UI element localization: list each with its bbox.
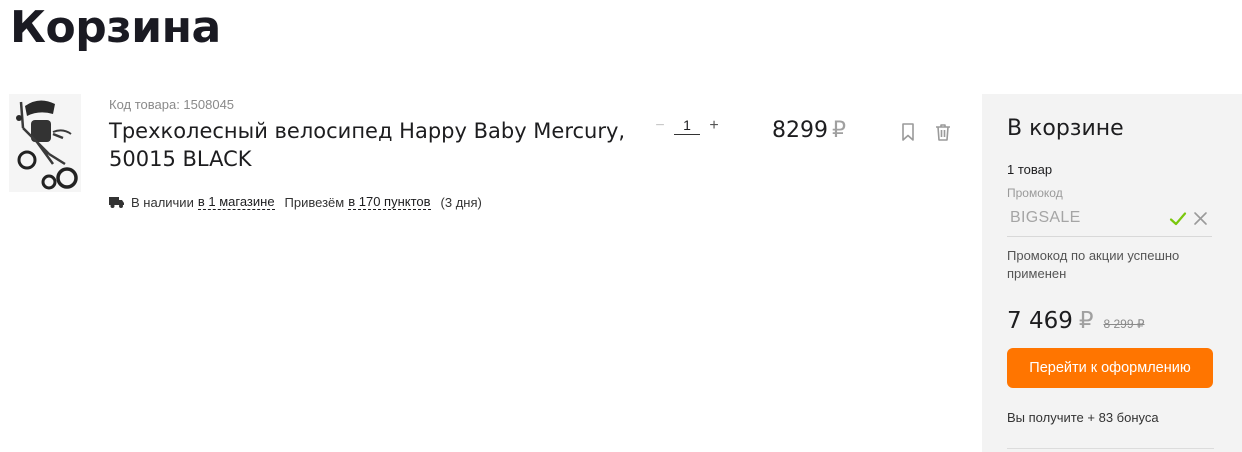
product-image[interactable] — [9, 94, 81, 192]
promo-label: Промокод — [1007, 186, 1063, 200]
quantity-value[interactable]: 1 — [674, 116, 700, 135]
checkout-button[interactable]: Перейти к оформлению — [1007, 348, 1213, 388]
cart-summary-panel: В корзине 1 товар Промокод BIGSALE Промо… — [982, 94, 1242, 452]
decrease-quantity-button[interactable]: − — [652, 117, 668, 135]
stores-link[interactable]: в 1 магазине — [197, 194, 275, 210]
items-count: 1 товар — [1007, 162, 1053, 177]
bonus-info: Вы получите + 83 бонуса — [1007, 410, 1159, 425]
quantity-stepper: − 1 + — [652, 116, 722, 135]
currency-symbol: ₽ — [832, 118, 846, 143]
bookmark-icon[interactable] — [898, 122, 918, 142]
promo-code-value[interactable]: BIGSALE — [1010, 209, 1081, 227]
old-total: 8 299 ₽ — [1103, 317, 1145, 331]
item-price: 8299 ₽ — [772, 118, 846, 143]
item-price-value: 8299 — [772, 118, 828, 143]
sku-label: Код товара: 1508045 — [109, 97, 235, 112]
page-title: Корзина — [10, 2, 221, 53]
summary-title: В корзине — [1007, 116, 1124, 141]
promo-code-field[interactable]: BIGSALE — [1007, 206, 1212, 237]
product-name-link[interactable]: Трехколесный велосипед Happy Baby Mercur… — [109, 117, 649, 173]
promo-success-message: Промокод по акции успешно применен — [1007, 248, 1180, 281]
total-currency: ₽ — [1078, 308, 1094, 334]
delivery-days: (3 дня) — [440, 194, 482, 210]
check-icon — [1169, 212, 1187, 226]
divider — [1007, 448, 1214, 449]
cart-total: 7 469 ₽ 8 299 ₽ — [1007, 308, 1145, 334]
total-value: 7 469 — [1007, 308, 1073, 334]
clear-promo-icon[interactable] — [1193, 211, 1208, 226]
pickup-points-link[interactable]: в 170 пунктов — [348, 194, 431, 210]
increase-quantity-button[interactable]: + — [706, 117, 722, 135]
delivery-text: Привезём — [284, 194, 345, 210]
trash-icon[interactable] — [933, 122, 953, 142]
truck-icon — [109, 197, 124, 208]
in-stock-text: В наличии — [131, 194, 194, 210]
availability-info: В наличии в 1 магазине Привезём в 170 пу… — [109, 194, 482, 210]
